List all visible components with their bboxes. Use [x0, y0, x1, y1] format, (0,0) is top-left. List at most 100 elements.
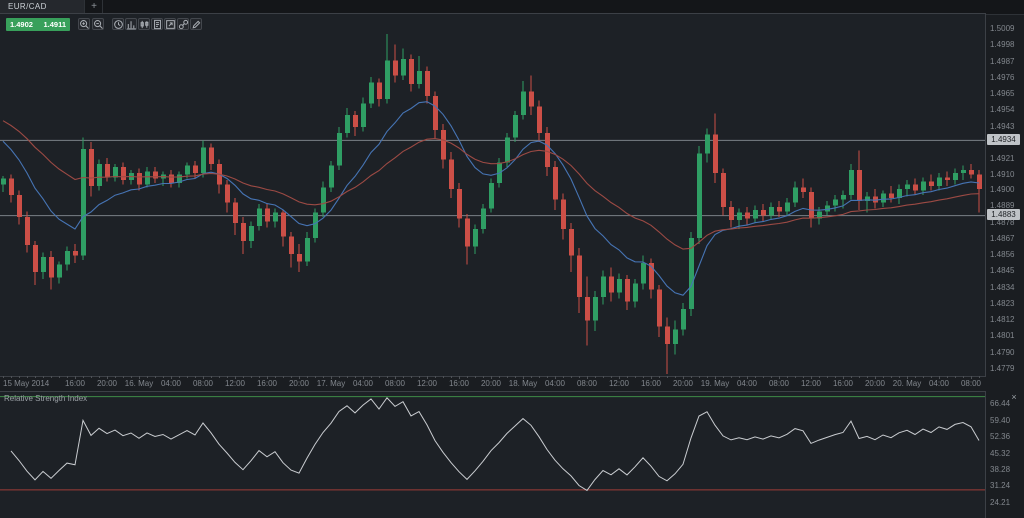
- draw-button[interactable]: [190, 18, 202, 30]
- minor-time-tick: [187, 376, 188, 378]
- minor-time-tick: [923, 376, 924, 378]
- major-time-tick: [619, 376, 620, 379]
- candle-body: [369, 83, 374, 104]
- candle-body: [265, 208, 270, 221]
- minor-time-tick: [211, 376, 212, 378]
- indicators-button[interactable]: [125, 18, 137, 30]
- candle-body: [337, 133, 342, 166]
- bid-ask-quote-box[interactable]: 1.4902 1.4911: [6, 18, 70, 31]
- candle-body: [681, 309, 686, 330]
- minor-time-tick: [51, 376, 52, 378]
- minor-time-tick: [19, 376, 20, 378]
- price-tick-label: 1.4900: [990, 185, 1014, 194]
- minor-time-tick: [347, 376, 348, 378]
- major-time-tick: [811, 376, 812, 379]
- candle-body: [913, 185, 918, 191]
- rsi-chart-svg[interactable]: [0, 392, 985, 518]
- candle-body: [57, 264, 62, 277]
- minor-time-tick: [891, 376, 892, 378]
- candle-body: [33, 245, 38, 272]
- candles-group: [1, 34, 982, 374]
- time-axis[interactable]: 15 May 201416:0020:0016. May04:0008:0012…: [0, 376, 985, 391]
- minor-time-tick: [35, 376, 36, 378]
- candle-body: [121, 167, 126, 180]
- minor-time-tick: [323, 376, 324, 378]
- candle-body: [113, 167, 118, 177]
- minor-time-tick: [931, 376, 932, 378]
- price-tick-label: 1.4976: [990, 73, 1014, 82]
- minor-time-tick: [739, 376, 740, 378]
- price-tick-label: 1.4867: [990, 234, 1014, 243]
- link-button[interactable]: [177, 18, 189, 30]
- candle-body: [601, 276, 606, 297]
- minor-time-tick: [251, 376, 252, 378]
- candlestick-chart-pane[interactable]: 1.4902 1.4911: [0, 13, 986, 377]
- candle-body: [641, 263, 646, 284]
- minor-time-tick: [795, 376, 796, 378]
- time-tick-label: 08:00: [951, 379, 991, 388]
- price-tick-label: 1.4801: [990, 331, 1014, 340]
- timeframe-button[interactable]: [112, 18, 124, 30]
- minor-time-tick: [979, 376, 980, 378]
- rsi-indicator-pane[interactable]: Relative Strength Index: [0, 391, 986, 518]
- minor-time-tick: [699, 376, 700, 378]
- major-time-tick: [875, 376, 876, 379]
- major-time-tick: [139, 376, 140, 379]
- candle-body: [473, 229, 478, 247]
- minor-time-tick: [603, 376, 604, 378]
- major-time-tick: [363, 376, 364, 379]
- template-icon: [152, 19, 163, 30]
- minor-time-tick: [483, 376, 484, 378]
- candlestick-chart-svg[interactable]: [0, 14, 985, 376]
- minor-time-tick: [179, 376, 180, 378]
- minor-time-tick: [443, 376, 444, 378]
- minor-time-tick: [755, 376, 756, 378]
- minor-time-tick: [43, 376, 44, 378]
- candle-body: [393, 61, 398, 76]
- candle-body: [777, 207, 782, 211]
- candle-body: [329, 165, 334, 187]
- minor-time-tick: [371, 376, 372, 378]
- minor-time-tick: [803, 376, 804, 378]
- new-tab-button[interactable]: +: [86, 0, 103, 14]
- major-time-tick: [907, 376, 908, 379]
- minor-time-tick: [435, 376, 436, 378]
- major-time-tick: [395, 376, 396, 379]
- major-time-tick: [107, 376, 108, 379]
- rsi-tick-label: 52.36: [990, 432, 1010, 441]
- template-button[interactable]: [151, 18, 163, 30]
- candle-body: [401, 59, 406, 75]
- candle-body: [89, 149, 94, 186]
- minor-time-tick: [115, 376, 116, 378]
- candle-body: [809, 192, 814, 219]
- minor-time-tick: [315, 376, 316, 378]
- candle-body: [169, 174, 174, 183]
- minor-time-tick: [835, 376, 836, 378]
- minor-time-tick: [59, 376, 60, 378]
- rsi-close-button[interactable]: ×: [1008, 391, 1020, 403]
- tab-eurcad[interactable]: EUR/CAD: [0, 0, 85, 14]
- candle-body: [353, 115, 358, 127]
- price-tick-label: 1.4834: [990, 283, 1014, 292]
- candle-body: [577, 256, 582, 297]
- level-price-badge: 1.4883: [987, 209, 1020, 220]
- zoom-in-icon: [79, 19, 90, 30]
- candle-body: [977, 174, 982, 189]
- minor-time-tick: [635, 376, 636, 378]
- candle-body: [49, 257, 54, 278]
- expand-button[interactable]: [164, 18, 176, 30]
- minor-time-tick: [659, 376, 660, 378]
- candle-body: [833, 199, 838, 205]
- price-axis[interactable]: 1.50091.49981.49871.49761.49651.49541.49…: [986, 13, 1024, 376]
- zoom-out-button[interactable]: [92, 18, 104, 30]
- minor-time-tick: [155, 376, 156, 378]
- expand-icon: [165, 19, 176, 30]
- minor-time-tick: [723, 376, 724, 378]
- zoom-in-button[interactable]: [78, 18, 90, 30]
- minor-time-tick: [339, 376, 340, 378]
- rsi-tick-label: 24.21: [990, 498, 1010, 507]
- candle-body: [849, 170, 854, 195]
- chart-type-button[interactable]: [138, 18, 150, 30]
- minor-time-tick: [419, 376, 420, 378]
- rsi-tick-label: 45.32: [990, 449, 1010, 458]
